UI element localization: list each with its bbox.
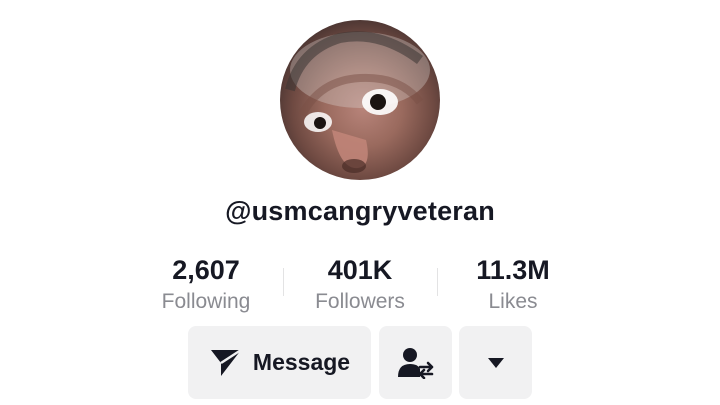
stat-likes[interactable]: 11.3M Likes xyxy=(433,254,593,316)
avatar[interactable] xyxy=(280,20,440,180)
friends-button[interactable] xyxy=(379,326,452,399)
message-button-label: Message xyxy=(252,349,351,375)
following-label: Following xyxy=(161,290,251,313)
username: @usmcangryveteran xyxy=(225,196,495,226)
followers-count: 401K xyxy=(327,255,393,285)
stat-following[interactable]: 2,607 Following xyxy=(126,254,286,316)
stat-followers[interactable]: 401K Followers xyxy=(280,254,440,316)
user-swap-icon xyxy=(397,347,433,379)
likes-count: 11.3M xyxy=(476,255,550,285)
following-count: 2,607 xyxy=(172,255,240,285)
caret-down-icon xyxy=(487,357,504,368)
more-options-button[interactable] xyxy=(459,326,532,399)
message-button[interactable]: Message xyxy=(188,326,371,399)
followers-label: Followers xyxy=(315,290,405,313)
likes-label: Likes xyxy=(488,290,538,313)
send-icon xyxy=(210,348,242,376)
avatar-photo xyxy=(285,31,430,173)
